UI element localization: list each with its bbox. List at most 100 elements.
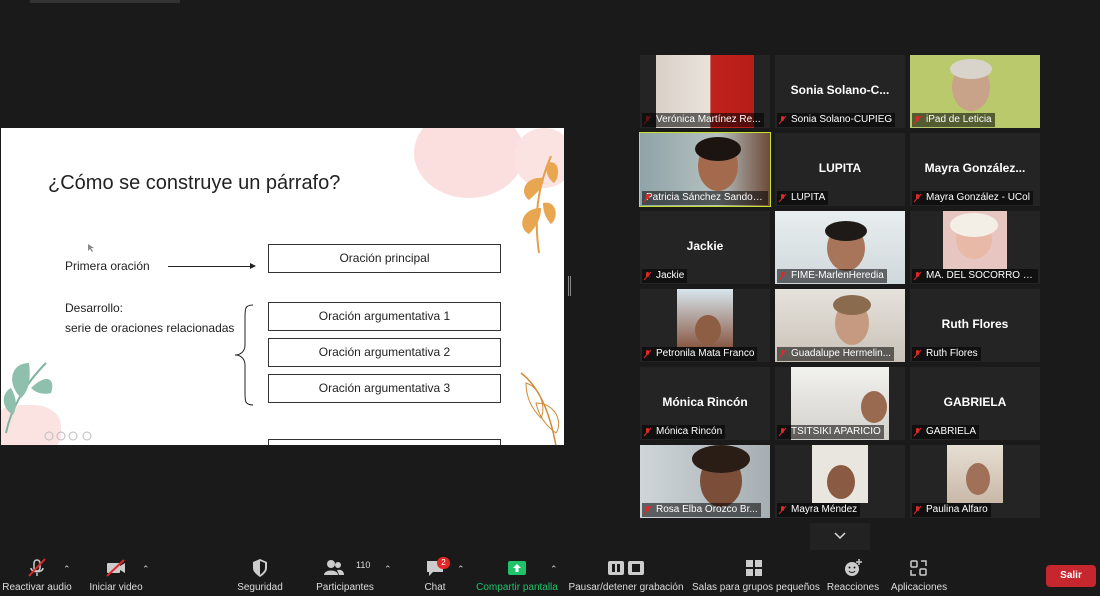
share-screen-button[interactable]: Compartir pantalla xyxy=(474,550,560,596)
participant-hair xyxy=(950,59,992,79)
participant-name: iPad de Leticia xyxy=(912,113,995,127)
participant-name: Patricia Sánchez Sandoval xyxy=(642,191,768,205)
reactions-button[interactable]: Reacciones xyxy=(826,550,880,596)
muted-mic-icon xyxy=(643,271,652,281)
pause-stop-recording-button[interactable]: Pausar/detener grabación xyxy=(568,550,684,596)
leaf-outline-decoration-icon xyxy=(520,372,560,445)
green-leaf-decoration-icon xyxy=(3,362,53,434)
participants-icon xyxy=(324,560,344,575)
muted-mic-icon xyxy=(778,349,787,359)
smiley-plus-icon xyxy=(845,559,862,576)
participant-tile[interactable]: Petronila Mata Franco xyxy=(640,289,770,362)
participant-name: Verónica Martínez Re... xyxy=(642,113,764,127)
participant-tile[interactable]: Rosa Elba Orozco Br... xyxy=(640,445,770,518)
participant-display-name: Sonia Solano-C... xyxy=(790,83,890,97)
share-screen-label: Compartir pantalla xyxy=(476,582,558,593)
muted-mic-icon xyxy=(778,505,787,515)
muted-mic-icon xyxy=(778,193,787,203)
participant-face xyxy=(827,465,855,499)
security-label: Seguridad xyxy=(237,582,283,593)
participant-name: Ruth Flores xyxy=(912,347,981,361)
meeting-toolbar: Reactivar audio ⌃ Iniciar video ⌃ Seguri… xyxy=(0,550,1100,596)
breakout-rooms-icon xyxy=(746,560,762,576)
video-off-icon xyxy=(106,559,125,577)
security-button[interactable]: Seguridad xyxy=(232,550,288,596)
participant-tile[interactable]: LUPITA LUPITA xyxy=(775,133,905,206)
apps-button[interactable]: Aplicaciones xyxy=(888,550,950,596)
share-options-caret-icon[interactable]: ⌃ xyxy=(550,564,558,575)
participant-name: MA. DEL SOCORRO 7... xyxy=(912,269,1038,283)
participant-tile[interactable]: GABRIELA GABRIELA xyxy=(910,367,1040,440)
start-video-button[interactable]: Iniciar video xyxy=(84,550,148,596)
muted-mic-icon xyxy=(28,558,46,577)
box-oracion-argumentativa-3: Oración argumentativa 3 xyxy=(268,374,501,403)
participant-name: Mónica Rincón xyxy=(642,425,726,439)
participant-tile[interactable]: MA. DEL SOCORRO 7... xyxy=(910,211,1040,284)
participant-tile[interactable]: Mayra González... Mayra González - UCol xyxy=(910,133,1040,206)
participant-tile[interactable]: Sonia Solano-C... Sonia Solano-CUPIEG xyxy=(775,55,905,128)
participant-tile[interactable]: Paulina Alfaro xyxy=(910,445,1040,518)
participant-tile-active-speaker[interactable]: Patricia Sánchez Sandoval xyxy=(639,132,771,207)
muted-mic-icon xyxy=(778,271,787,281)
participant-tile[interactable]: Mónica Rincón Mónica Rincón xyxy=(640,367,770,440)
breakout-rooms-button[interactable]: Salas para grupos pequeños xyxy=(692,550,820,596)
muted-mic-icon xyxy=(913,349,922,359)
participant-tile[interactable]: Verónica Martínez Re... xyxy=(640,55,770,128)
participants-button[interactable]: 110 Participantes xyxy=(312,550,378,596)
box-partial xyxy=(268,439,501,445)
participant-hair xyxy=(833,295,871,315)
participant-name: Sonia Solano-CUPIEG xyxy=(777,113,896,127)
label-primera-oracion: Primera oración xyxy=(65,259,150,273)
share-screen-icon xyxy=(508,561,526,575)
participant-tile[interactable]: Jackie Jackie xyxy=(640,211,770,284)
participant-tile[interactable]: iPad de Leticia xyxy=(910,55,1040,128)
pause-stop-recording-label: Pausar/detener grabación xyxy=(568,582,684,593)
participants-count: 110 xyxy=(356,560,371,570)
muted-mic-icon xyxy=(643,349,652,359)
participants-options-caret-icon[interactable]: ⌃ xyxy=(384,564,392,575)
participant-display-name: Mayra González... xyxy=(924,161,1026,175)
participant-hair xyxy=(695,137,741,161)
participant-name: TSITSIKI APARICIO xyxy=(777,425,884,439)
participant-name: FIME-MarlenHeredia xyxy=(777,269,887,283)
arrow-icon xyxy=(168,263,256,269)
chat-options-caret-icon[interactable]: ⌃ xyxy=(457,564,465,575)
leaf-decoration-icon xyxy=(522,155,559,254)
unmute-label: Reactivar audio xyxy=(2,582,72,593)
label-serie: serie de oraciones relacionadas xyxy=(65,321,235,335)
participant-tile[interactable]: Mayra Méndez xyxy=(775,445,905,518)
slide-title: ¿Cómo se construye un párrafo? xyxy=(48,172,341,194)
panel-splitter[interactable] xyxy=(568,276,571,296)
muted-mic-icon xyxy=(643,193,652,203)
participant-name: Mayra González - UCol xyxy=(912,191,1033,205)
participant-tile[interactable]: Ruth Flores Ruth Flores xyxy=(910,289,1040,362)
muted-mic-icon xyxy=(913,271,922,281)
mouse-cursor-icon xyxy=(88,244,94,252)
video-options-caret-icon[interactable]: ⌃ xyxy=(142,564,150,575)
muted-mic-icon xyxy=(643,427,652,437)
label-desarrollo: Desarrollo: xyxy=(65,301,124,315)
slide-controls[interactable] xyxy=(41,430,97,442)
participant-tile[interactable]: TSITSIKI APARICIO xyxy=(775,367,905,440)
participant-tile[interactable]: FIME-MarlenHeredia xyxy=(775,211,905,284)
participant-face xyxy=(695,315,721,345)
participant-tile[interactable]: Guadalupe Hermelin... xyxy=(775,289,905,362)
box-oracion-argumentativa-1: Oración argumentativa 1 xyxy=(268,302,501,331)
gallery-next-page-button[interactable] xyxy=(810,523,870,550)
muted-mic-icon xyxy=(913,115,922,125)
breakout-rooms-label: Salas para grupos pequeños xyxy=(692,582,820,593)
participant-display-name: LUPITA xyxy=(818,161,862,175)
reactions-label: Reacciones xyxy=(826,582,880,593)
participant-name: Rosa Elba Orozco Br... xyxy=(642,503,761,517)
shared-screen[interactable]: ¿Cómo se construye un párrafo? Primera o… xyxy=(1,128,564,445)
participant-name: Petronila Mata Franco xyxy=(642,347,758,361)
leave-meeting-button[interactable]: Salir xyxy=(1046,565,1096,587)
audio-options-caret-icon[interactable]: ⌃ xyxy=(63,564,71,575)
participants-label: Participantes xyxy=(316,582,374,593)
participant-display-name: GABRIELA xyxy=(943,395,1007,409)
box-oracion-principal: Oración principal xyxy=(268,244,501,273)
shield-icon xyxy=(253,559,267,577)
participant-face xyxy=(966,463,990,495)
participant-display-name: Mónica Rincón xyxy=(662,395,748,409)
apps-label: Aplicaciones xyxy=(890,582,948,593)
